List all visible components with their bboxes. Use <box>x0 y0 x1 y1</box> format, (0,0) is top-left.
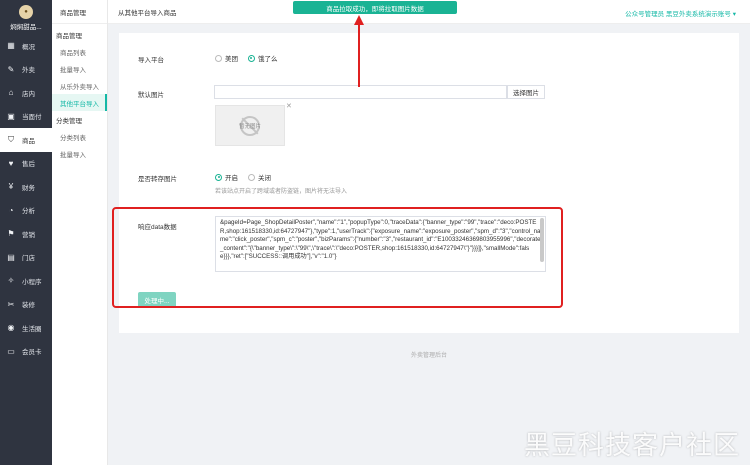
arrow-shaft <box>358 22 360 87</box>
transfer-label: 是否转存图片 <box>138 176 177 183</box>
response-textarea[interactable]: &pageId=Page_ShopDetailPoster","name":"1… <box>215 216 546 272</box>
platform-radio-group: 美团 饿了么 <box>215 53 285 64</box>
sub-group-category: 分类管理 <box>56 117 82 125</box>
member-card-icon: ▭ <box>7 346 15 356</box>
brand[interactable]: ● 焖焖甜品... <box>0 0 52 34</box>
nav-item-member[interactable]: ▭ 会员卡 <box>0 340 52 364</box>
radio-dot <box>247 54 255 62</box>
life-icon: ◉ <box>7 323 15 333</box>
import-form: 导入平台 美团 饿了么 默认图片 选择图片 暂无图片 ✕ 是否转存图片 开启 关… <box>119 33 739 333</box>
radio-meituan[interactable]: 美团 <box>215 53 238 63</box>
nav-item-miniapp[interactable]: ✧ 小程序 <box>0 269 52 293</box>
nav-item-decorate[interactable]: ✂ 装修 <box>0 293 52 317</box>
brand-logo: ● <box>19 5 33 19</box>
goods-icon: ⛉ <box>8 134 14 144</box>
watermark: 黑豆科技客户社区 <box>523 431 740 461</box>
response-label: 响应data数据 <box>138 224 177 231</box>
nav-item-overview[interactable]: ▦ 概况 <box>0 34 52 58</box>
transfer-radio-group: 开启 关闭 <box>215 172 279 183</box>
radio-dot <box>215 173 222 181</box>
analytics-icon: ◔ <box>8 205 14 215</box>
transfer-hint: 若该站点开启了跨域或者防盗链，图片将无法导入 <box>215 189 348 195</box>
sub-item-batch-import[interactable]: 批量导入 <box>52 60 107 77</box>
radio-dot <box>247 173 255 181</box>
nav-item-goods[interactable]: ⛉ 商品 <box>0 128 52 152</box>
image-url-input[interactable] <box>214 85 507 99</box>
close-icon[interactable]: ✕ <box>286 102 292 110</box>
marketing-icon: ⚑ <box>7 229 15 239</box>
aftersale-icon: ♥ <box>8 158 14 168</box>
footer: 外卖管理后台 <box>410 353 447 359</box>
chart-icon: ▦ <box>7 41 15 51</box>
nav-item-marketing[interactable]: ⚑ 营销 <box>0 222 52 246</box>
decorate-icon: ✂ <box>7 299 15 309</box>
pay-icon: ▣ <box>7 111 15 121</box>
sub-group-goods: 商品管理 <box>56 32 82 40</box>
textarea-scrollbar[interactable] <box>540 218 544 262</box>
nav-item-aftersale[interactable]: ♥ 售后 <box>0 152 52 176</box>
radio-eleme[interactable]: 饿了么 <box>247 53 277 63</box>
radio-transfer-off[interactable]: 关闭 <box>247 172 271 182</box>
store-icon: ⌂ <box>8 88 14 98</box>
success-toast: 商品拉取成功，即将拉取图片数据 <box>293 1 457 14</box>
finance-icon: ¥ <box>8 182 14 192</box>
nav-item-shop[interactable]: ▤ 门店 <box>0 246 52 270</box>
takeout-icon: ✎ <box>7 64 15 74</box>
sub-item-category-import[interactable]: 批量导入 <box>52 145 107 162</box>
nav-item-finance[interactable]: ¥ 财务 <box>0 175 52 199</box>
radio-transfer-on[interactable]: 开启 <box>215 172 238 182</box>
chevron-down-icon: ▾ <box>732 11 736 18</box>
nav-item-takeout[interactable]: ✎ 外卖 <box>0 58 52 82</box>
sub-sidebar-header: 商品管理 <box>52 0 107 24</box>
sub-item-import-lewaimai[interactable]: 从乐外卖导入 <box>52 77 107 94</box>
submit-button[interactable]: 处理中... <box>138 292 176 308</box>
image-preview: 暂无图片 <box>215 105 285 146</box>
nav-item-pay[interactable]: ▣ 当面付 <box>0 105 52 129</box>
account-menu[interactable]: 公众号管理员 黑豆外卖系统演示账号 ▾ <box>625 8 736 18</box>
sub-item-import-other[interactable]: 其他平台导入 <box>52 94 107 111</box>
radio-dot <box>215 54 222 62</box>
response-text: &pageId=Page_ShopDetailPoster","name":"1… <box>220 219 541 260</box>
sub-sidebar: 商品管理 商品管理 商品列表 批量导入 从乐外卖导入 其他平台导入 分类管理 分… <box>52 0 108 465</box>
miniapp-icon: ✧ <box>7 276 15 286</box>
choose-image-button[interactable]: 选择图片 <box>507 85 545 99</box>
platform-label: 导入平台 <box>138 57 164 64</box>
brand-name: 焖焖甜品... <box>10 24 42 31</box>
main-sidebar: ● 焖焖甜品... ▦ 概况 ✎ 外卖 ⌂ 店内 ▣ 当面付 ⛉ 商品 ♥ 售后 ¥ 财务 ◔… <box>0 0 52 465</box>
no-image-text: 暂无图片 <box>238 123 261 130</box>
sub-item-category-list[interactable]: 分类列表 <box>52 128 107 145</box>
shop-icon: ▤ <box>7 252 15 262</box>
nav-item-life[interactable]: ◉ 生活圈 <box>0 316 52 340</box>
nav-item-analytics[interactable]: ◔ 分析 <box>0 199 52 223</box>
default-image-label: 默认图片 <box>138 92 164 99</box>
sub-item-goods-list[interactable]: 商品列表 <box>52 43 107 60</box>
page-title: 从其他平台导入商品 <box>118 9 177 17</box>
nav-item-instore[interactable]: ⌂ 店内 <box>0 81 52 105</box>
